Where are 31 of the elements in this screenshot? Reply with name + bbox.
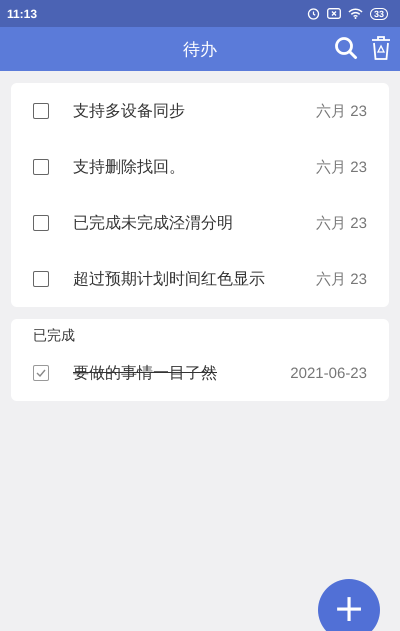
sim-icon: [326, 8, 341, 19]
search-icon[interactable]: [334, 36, 358, 60]
todo-item[interactable]: 要做的事情一目了然 2021-06-23: [11, 345, 389, 401]
todo-date: 六月 23: [316, 214, 367, 232]
todo-text: 支持多设备同步: [73, 100, 186, 122]
battery-level: 33: [370, 8, 388, 20]
wifi-icon: [348, 8, 363, 19]
checkbox[interactable]: [33, 215, 49, 231]
todo-item[interactable]: 超过预期计划时间红色显示 六月 23: [11, 251, 389, 307]
todo-date: 六月 23: [316, 158, 367, 176]
add-button[interactable]: +: [318, 579, 380, 631]
todo-item[interactable]: 支持删除找回。 六月 23: [11, 139, 389, 195]
page-title: 待办: [183, 38, 217, 60]
status-time: 11:13: [7, 6, 38, 20]
todo-date: 六月 23: [316, 102, 367, 120]
checkbox[interactable]: [33, 159, 49, 175]
check-icon: [36, 369, 46, 377]
todo-item[interactable]: 已完成未完成泾渭分明 六月 23: [11, 195, 389, 251]
checkbox[interactable]: [33, 271, 49, 287]
todo-text: 支持删除找回。: [73, 156, 186, 178]
todo-date: 2021-06-23: [290, 364, 367, 382]
checkbox[interactable]: [33, 103, 49, 119]
todo-date: 六月 23: [316, 270, 367, 288]
todo-item[interactable]: 支持多设备同步 六月 23: [11, 83, 389, 139]
todo-text: 超过预期计划时间红色显示: [73, 268, 266, 290]
todo-text: 要做的事情一目了然: [73, 362, 218, 384]
todo-text: 已完成未完成泾渭分明: [73, 212, 234, 234]
trash-icon[interactable]: [370, 35, 392, 61]
checkbox[interactable]: [33, 365, 49, 381]
section-title: 已完成: [32, 327, 76, 345]
alarm-icon: [306, 7, 320, 20]
